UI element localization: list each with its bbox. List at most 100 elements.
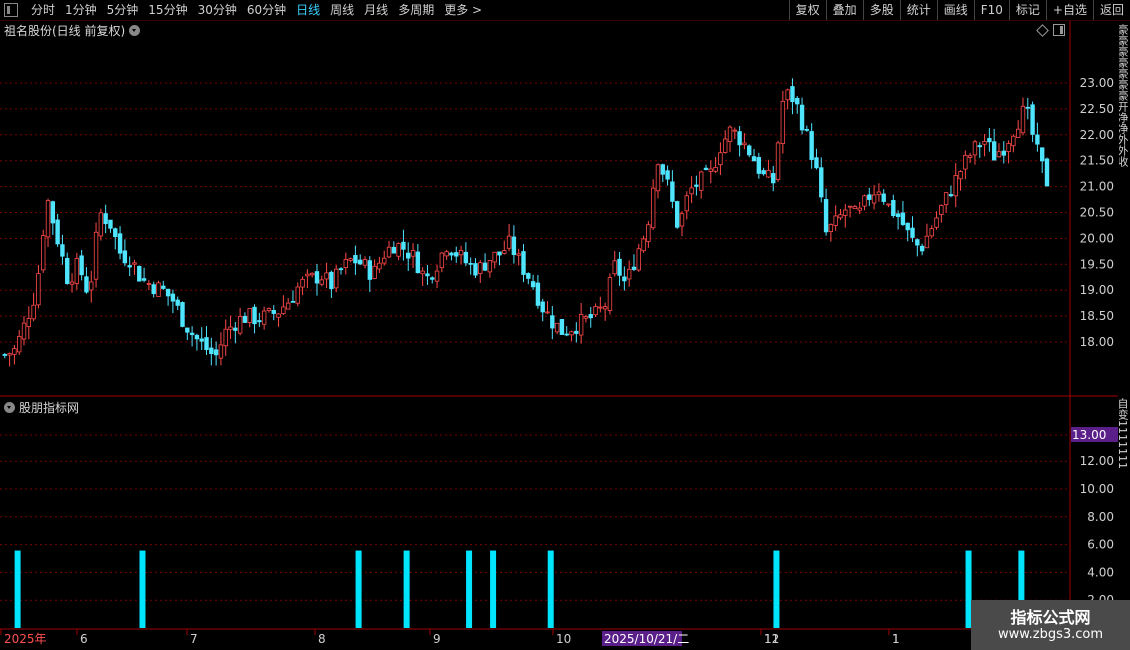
candle-body xyxy=(502,250,507,254)
action-button-1[interactable]: 叠加 xyxy=(825,0,863,20)
candle-body xyxy=(819,167,824,198)
candle-body xyxy=(665,170,670,180)
candle-body xyxy=(780,100,786,145)
candle-body xyxy=(31,304,36,320)
date-tick-label: 7 xyxy=(190,632,198,646)
candle-body xyxy=(309,272,315,276)
candle-body xyxy=(703,167,709,171)
candle-body xyxy=(684,195,689,212)
action-button-4[interactable]: 画线 xyxy=(936,0,974,20)
action-buttons: 复权 叠加 多股 统计 画线 F10 标记 +自选 返回 xyxy=(788,0,1130,20)
candle-body xyxy=(305,273,310,277)
period-tab-3[interactable]: 15分钟 xyxy=(143,0,192,20)
candle-body xyxy=(21,322,27,340)
candle-body xyxy=(799,104,805,131)
candle-body xyxy=(1039,147,1045,162)
candle-body xyxy=(636,248,641,271)
candle-body xyxy=(747,145,752,156)
candle-body xyxy=(939,205,944,215)
candle-body xyxy=(564,333,569,336)
candle-body xyxy=(458,249,464,256)
action-button-3[interactable]: 统计 xyxy=(899,0,937,20)
candle-body xyxy=(420,270,425,275)
candle-body xyxy=(847,205,853,208)
date-tick-label: 10 xyxy=(556,632,571,646)
indicator-signal-bar xyxy=(490,550,497,628)
action-button-7[interactable]: +自选 xyxy=(1045,0,1093,20)
watermark-url: www.zbgs3.com xyxy=(997,627,1104,642)
period-tab-6[interactable]: 日线 xyxy=(291,0,325,20)
period-tab-9[interactable]: 多周期 xyxy=(393,0,439,20)
candle-body xyxy=(353,255,358,264)
price-tick-label: 22.50 xyxy=(1080,102,1114,116)
price-tick-label: 20.50 xyxy=(1080,206,1114,220)
candle-body xyxy=(170,293,176,302)
candle-body xyxy=(1025,106,1030,109)
price-tick-label: 19.50 xyxy=(1080,257,1114,271)
candle-body xyxy=(881,193,886,202)
date-tick-label: 1 xyxy=(892,632,900,646)
candle-body xyxy=(742,142,747,146)
candle-body xyxy=(98,212,104,237)
candle-body xyxy=(478,262,483,274)
candle-body xyxy=(972,141,978,156)
candle-body xyxy=(449,252,454,256)
period-tab-7[interactable]: 周线 xyxy=(325,0,359,20)
candle-body xyxy=(146,283,152,285)
candle-body xyxy=(751,156,757,162)
period-tab-8[interactable]: 月线 xyxy=(359,0,393,20)
indicator-signal-bar xyxy=(773,550,780,628)
candle-body xyxy=(823,199,829,233)
candle-body xyxy=(612,260,617,275)
candle-body xyxy=(26,318,32,328)
indicator-signal-bar xyxy=(355,550,362,628)
action-button-2[interactable]: 多股 xyxy=(862,0,900,20)
quote-strip-labels: 豪豪豪豪豪豪豪开净净外外收 xyxy=(1119,24,1129,167)
candle-body xyxy=(252,306,257,325)
candle-body xyxy=(833,215,838,226)
candle-body xyxy=(425,273,430,277)
candle-body xyxy=(161,285,166,289)
date-tick-label: 6 xyxy=(80,632,88,646)
candle-body xyxy=(948,194,954,197)
indicator-signal-bar xyxy=(547,550,554,628)
indicator-strip-labels: 自变1111111 xyxy=(1119,398,1129,469)
candle-body xyxy=(401,241,406,250)
candle-body xyxy=(132,262,137,265)
action-button-6[interactable]: 标记 xyxy=(1008,0,1046,20)
candle-body xyxy=(540,301,545,313)
candle-body xyxy=(314,271,320,284)
action-button-0[interactable]: 复权 xyxy=(788,0,826,20)
candle-body xyxy=(689,187,694,195)
candle-body xyxy=(444,251,449,257)
candle-body xyxy=(732,129,738,132)
candle-body xyxy=(204,337,209,351)
period-tab-2[interactable]: 5分钟 xyxy=(102,0,144,20)
menu-icon[interactable] xyxy=(4,3,18,17)
candle-body xyxy=(358,259,363,265)
candle-body xyxy=(372,265,377,279)
period-tab-0[interactable]: 分时 xyxy=(26,0,60,20)
candle-body xyxy=(348,258,353,261)
candle-body xyxy=(194,334,200,340)
candle-body xyxy=(295,286,300,304)
watermark-title: 指标公式网 xyxy=(1010,608,1091,627)
price-tick-label: 22.00 xyxy=(1080,128,1114,142)
candle-body xyxy=(958,171,963,180)
action-button-5[interactable]: F10 xyxy=(973,0,1009,20)
period-tab-5[interactable]: 60分钟 xyxy=(242,0,291,20)
candle-body xyxy=(382,257,387,264)
candle-body xyxy=(362,259,368,266)
candle-body xyxy=(89,281,94,291)
candle-body xyxy=(180,302,185,327)
candle-body xyxy=(650,187,656,229)
period-tabs: 分时 1分钟 5分钟 15分钟 30分钟 60分钟 日线 周线 月线 多周期 更多 > xyxy=(0,0,487,20)
indicator-tick-label: 10.00 xyxy=(1080,482,1114,496)
period-tab-10[interactable]: 更多 > xyxy=(439,0,487,20)
action-button-8[interactable]: 返回 xyxy=(1092,0,1130,20)
period-tab-1[interactable]: 1分钟 xyxy=(60,0,102,20)
period-tab-4[interactable]: 30分钟 xyxy=(193,0,242,20)
candle-body xyxy=(641,238,646,252)
candle-body xyxy=(324,272,329,280)
stock-chart[interactable]: 18.0018.5019.0019.5020.0020.5021.0021.50… xyxy=(0,21,1118,650)
